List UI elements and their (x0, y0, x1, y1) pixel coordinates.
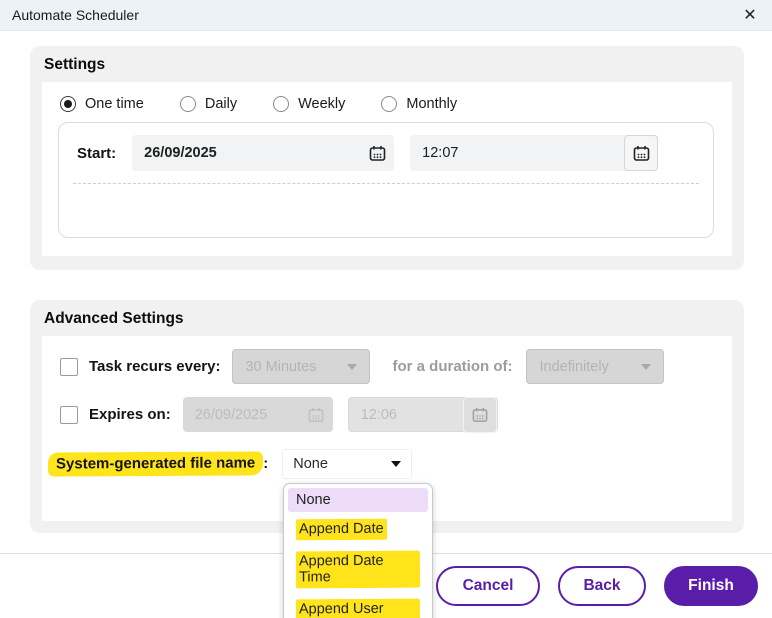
cancel-button[interactable]: Cancel (436, 566, 540, 606)
chevron-down-icon (641, 363, 652, 370)
file-name-select[interactable]: None (282, 449, 413, 479)
start-time-value: 12:07 (422, 145, 459, 161)
dashed-divider (73, 183, 699, 184)
calendar-icon (299, 397, 333, 433)
file-name-dropdown-list: None Append Date Append Date Time Append… (283, 483, 433, 618)
chevron-down-icon (391, 461, 402, 467)
expires-row: Expires on: 26/09/2025 12:06 (42, 396, 732, 433)
radio-unselected-icon (381, 96, 398, 112)
interval-select-disabled: 30 Minutes (232, 349, 371, 384)
radio-daily-label: Daily (204, 96, 238, 112)
expires-time-value: 12:06 (360, 406, 397, 423)
dropdown-option-append-date-time[interactable]: Append Date Time (288, 547, 428, 592)
close-icon[interactable]: ✕ (736, 0, 764, 30)
dropdown-option-none[interactable]: None (288, 488, 428, 512)
start-label: Start: (77, 144, 117, 162)
chevron-down-icon (347, 363, 358, 370)
dropdown-option-append-user-name[interactable]: Append User Name (288, 595, 428, 618)
radio-daily[interactable]: Daily (179, 96, 238, 112)
radio-one-time[interactable]: One time (60, 96, 144, 112)
file-name-row: System-generated file name: None (42, 449, 732, 479)
yellow-highlight: Append User Name (295, 598, 421, 618)
settings-panel: One time Daily Weekly Monthly Start: 26/… (42, 82, 732, 256)
radio-weekly-label: Weekly (298, 96, 346, 112)
titlebar: Automate Scheduler ✕ (0, 0, 772, 31)
radio-monthly-label: Monthly (406, 96, 458, 112)
task-recurs-label: Task recurs every: (89, 358, 221, 375)
task-recurs-row: Task recurs every: 30 Minutes for a dura… (42, 336, 732, 384)
start-row: Start: 26/09/2025 12:07 (59, 123, 713, 183)
back-button[interactable]: Back (558, 566, 646, 606)
duration-select-disabled: Indefinitely (526, 349, 665, 384)
expires-label: Expires on: (89, 406, 171, 423)
radio-one-time-label: One time (85, 96, 144, 112)
recurrence-radio-group: One time Daily Weekly Monthly (42, 82, 732, 112)
finish-button[interactable]: Finish (664, 566, 758, 606)
expires-checkbox[interactable] (60, 405, 78, 424)
radio-monthly[interactable]: Monthly (381, 96, 457, 112)
radio-unselected-icon (273, 96, 290, 112)
start-date-input[interactable]: 26/09/2025 (132, 135, 395, 171)
label-colon: : (263, 455, 269, 472)
expires-date-disabled: 26/09/2025 (182, 397, 333, 433)
settings-heading: Settings (44, 56, 106, 73)
file-name-selected-value: None (293, 456, 328, 472)
yellow-highlight: Append Date (295, 518, 387, 541)
start-date-value: 26/09/2025 (144, 145, 217, 161)
footer-buttons: Cancel Back Finish (436, 566, 758, 606)
start-time-input[interactable]: 12:07 (410, 135, 659, 171)
radio-selected-icon (60, 96, 76, 112)
advanced-settings-heading: Advanced Settings (44, 310, 184, 327)
calendar-icon[interactable] (360, 135, 394, 171)
calendar-icon[interactable] (624, 135, 659, 171)
duration-label: for a duration of: (392, 358, 513, 375)
duration-value: Indefinitely (539, 358, 609, 375)
system-generated-file-name-label: System-generated file name: (47, 451, 269, 477)
settings-section: Settings One time Daily Weekly Monthly S… (30, 46, 744, 270)
radio-weekly[interactable]: Weekly (273, 96, 345, 112)
window-title: Automate Scheduler (12, 7, 139, 23)
start-box: Start: 26/09/2025 12:07 (58, 122, 714, 238)
dropdown-option-append-date[interactable]: Append Date (288, 515, 428, 544)
automate-scheduler-dialog: Automate Scheduler ✕ Settings One time D… (0, 0, 772, 618)
interval-value: 30 Minutes (245, 358, 317, 375)
option-label: None (296, 492, 331, 508)
yellow-highlight: Append Date Time (295, 550, 421, 589)
task-recurs-checkbox[interactable] (60, 357, 78, 376)
yellow-highlight: System-generated file name (47, 451, 264, 477)
radio-unselected-icon (179, 96, 196, 112)
calendar-icon (462, 396, 497, 433)
expires-time-disabled: 12:06 (347, 396, 498, 433)
expires-date-value: 26/09/2025 (194, 406, 268, 423)
